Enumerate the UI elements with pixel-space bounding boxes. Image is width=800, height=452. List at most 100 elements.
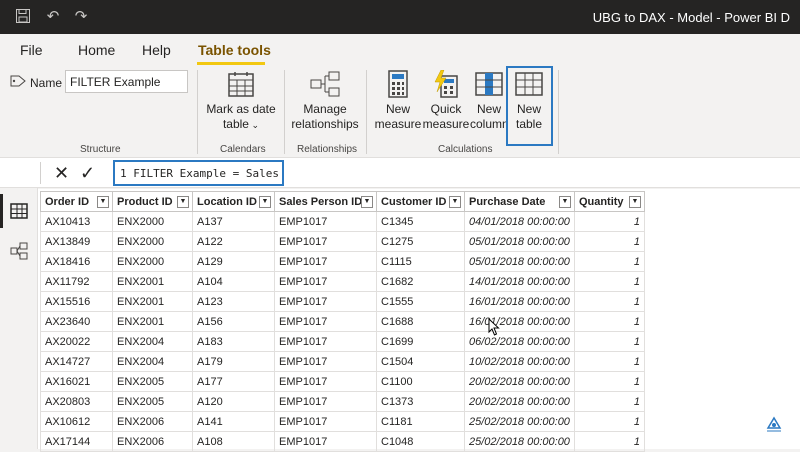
table-cell[interactable]: EMP1017 — [274, 231, 377, 252]
cancel-formula-icon[interactable]: ✕ — [54, 163, 69, 184]
formula-input[interactable]: 1 FILTER Example = Sales — [113, 160, 284, 186]
table-cell[interactable]: C1682 — [376, 271, 465, 292]
table-cell[interactable]: 1 — [573, 231, 645, 252]
table-cell[interactable]: ENX2000 — [112, 211, 193, 232]
table-cell[interactable]: 1 — [573, 411, 645, 432]
commit-formula-icon[interactable]: ✓ — [80, 163, 95, 184]
table-cell[interactable]: 05/01/2018 00:00:00 — [464, 231, 575, 252]
table-cell[interactable]: 1 — [573, 371, 645, 392]
table-cell[interactable]: 1 — [573, 391, 645, 412]
save-icon[interactable] — [14, 8, 32, 26]
table-cell[interactable]: C1688 — [376, 311, 465, 332]
table-cell[interactable]: 1 — [573, 211, 645, 232]
table-cell[interactable]: A177 — [192, 371, 275, 392]
table-cell[interactable]: A129 — [192, 251, 275, 272]
column-header-quantity[interactable]: Quantity ▼ — [573, 191, 645, 212]
table-cell[interactable]: AX23640 — [40, 311, 113, 332]
column-header-location-id[interactable]: Location ID ▼ — [192, 191, 275, 212]
table-cell[interactable]: ENX2005 — [112, 371, 193, 392]
table-cell[interactable]: AX11792 — [40, 271, 113, 292]
table-cell[interactable]: EMP1017 — [274, 331, 377, 352]
table-cell[interactable]: A156 — [192, 311, 275, 332]
filter-dropdown-icon[interactable]: ▼ — [177, 196, 189, 208]
table-cell[interactable]: C1555 — [376, 291, 465, 312]
column-header-purchase-date[interactable]: Purchase Date ▼ — [464, 191, 575, 212]
table-cell[interactable]: 1 — [573, 291, 645, 312]
new-column-button[interactable]: New column — [470, 70, 508, 132]
filter-dropdown-icon[interactable]: ▼ — [449, 196, 461, 208]
tab-table-tools[interactable]: Table tools — [198, 42, 271, 58]
table-cell[interactable]: EMP1017 — [274, 271, 377, 292]
table-cell[interactable]: 20/02/2018 00:00:00 — [464, 391, 575, 412]
table-cell[interactable]: ENX2004 — [112, 331, 193, 352]
table-cell[interactable]: AX18416 — [40, 251, 113, 272]
column-header-order-id[interactable]: Order ID ▼ — [40, 191, 113, 212]
table-cell[interactable]: EMP1017 — [274, 411, 377, 432]
table-cell[interactable]: EMP1017 — [274, 311, 377, 332]
table-cell[interactable]: 20/02/2018 00:00:00 — [464, 371, 575, 392]
table-cell[interactable]: 1 — [573, 251, 645, 272]
table-cell[interactable]: A141 — [192, 411, 275, 432]
quick-measure-button[interactable]: Quick measure — [422, 70, 470, 132]
table-cell[interactable]: 05/01/2018 00:00:00 — [464, 251, 575, 272]
model-view-icon[interactable] — [10, 242, 28, 260]
table-cell[interactable]: A104 — [192, 271, 275, 292]
column-header-product-id[interactable]: Product ID ▼ — [112, 191, 193, 212]
table-cell[interactable]: ENX2006 — [112, 411, 193, 432]
tab-help[interactable]: Help — [142, 42, 171, 58]
column-header-sales-person-id[interactable]: Sales Person ID ▼ — [274, 191, 377, 212]
table-cell[interactable]: AX15516 — [40, 291, 113, 312]
table-cell[interactable]: 16/01/2018 00:00:00 — [464, 311, 575, 332]
table-cell[interactable]: 06/02/2018 00:00:00 — [464, 331, 575, 352]
filter-dropdown-icon[interactable]: ▼ — [628, 196, 641, 208]
filter-dropdown-icon[interactable]: ▼ — [361, 196, 373, 208]
table-cell[interactable]: 04/01/2018 00:00:00 — [464, 211, 575, 232]
table-cell[interactable]: EMP1017 — [274, 211, 377, 232]
table-cell[interactable]: C1275 — [376, 231, 465, 252]
table-cell[interactable]: 1 — [573, 351, 645, 372]
table-cell[interactable]: EMP1017 — [274, 351, 377, 372]
table-cell[interactable]: AX10413 — [40, 211, 113, 232]
table-cell[interactable]: 14/01/2018 00:00:00 — [464, 271, 575, 292]
table-cell[interactable]: ENX2005 — [112, 391, 193, 412]
table-cell[interactable]: C1699 — [376, 331, 465, 352]
table-cell[interactable]: EMP1017 — [274, 371, 377, 392]
table-cell[interactable]: ENX2000 — [112, 231, 193, 252]
table-cell[interactable]: EMP1017 — [274, 391, 377, 412]
table-cell[interactable]: AX10612 — [40, 411, 113, 432]
table-cell[interactable]: 1 — [573, 311, 645, 332]
table-cell[interactable]: EMP1017 — [274, 251, 377, 272]
table-cell[interactable]: C1504 — [376, 351, 465, 372]
table-cell[interactable]: AX20803 — [40, 391, 113, 412]
column-header-customer-id[interactable]: Customer ID ▼ — [376, 191, 465, 212]
table-cell[interactable]: A123 — [192, 291, 275, 312]
table-cell[interactable]: 10/02/2018 00:00:00 — [464, 351, 575, 372]
tab-file[interactable]: File — [20, 42, 43, 58]
data-view-icon[interactable] — [10, 202, 28, 220]
redo-icon[interactable]: ↷ — [72, 8, 90, 26]
table-cell[interactable]: ENX2001 — [112, 271, 193, 292]
table-cell[interactable]: 16/01/2018 00:00:00 — [464, 291, 575, 312]
filter-dropdown-icon[interactable]: ▼ — [558, 196, 571, 208]
table-cell[interactable]: AX16021 — [40, 371, 113, 392]
table-cell[interactable]: ENX2001 — [112, 311, 193, 332]
manage-relationships-button[interactable]: Manage relationships — [289, 70, 361, 132]
table-cell[interactable]: C1345 — [376, 211, 465, 232]
table-cell[interactable]: ENX2004 — [112, 351, 193, 372]
table-cell[interactable]: A183 — [192, 331, 275, 352]
undo-icon[interactable]: ↶ — [44, 8, 62, 26]
table-cell[interactable]: 1 — [573, 331, 645, 352]
table-cell[interactable]: AX20022 — [40, 331, 113, 352]
table-cell[interactable]: AX14727 — [40, 351, 113, 372]
table-cell[interactable]: C1181 — [376, 411, 465, 432]
table-cell[interactable]: A120 — [192, 391, 275, 412]
tab-home[interactable]: Home — [78, 42, 115, 58]
table-cell[interactable]: A179 — [192, 351, 275, 372]
new-measure-button[interactable]: New measure — [374, 70, 422, 132]
table-name-input[interactable] — [65, 70, 188, 93]
mark-as-date-table-button[interactable]: Mark as date table ⌄ — [205, 70, 277, 133]
table-cell[interactable]: EMP1017 — [274, 291, 377, 312]
table-cell[interactable]: C1115 — [376, 251, 465, 272]
filter-dropdown-icon[interactable]: ▼ — [97, 196, 109, 208]
table-cell[interactable]: 25/02/2018 00:00:00 — [464, 411, 575, 432]
